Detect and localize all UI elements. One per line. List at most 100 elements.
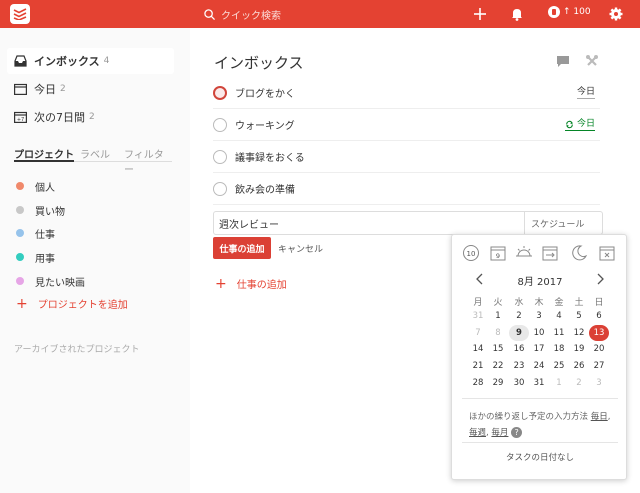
calendar-day[interactable]: 14: [468, 341, 488, 357]
calendar-day[interactable]: 21: [468, 358, 488, 374]
calendar-day[interactable]: 23: [509, 358, 529, 374]
task-checkbox[interactable]: [213, 149, 227, 164]
top-bar: クイック検索 ↑ 100: [0, 0, 640, 28]
calendar-day[interactable]: 25: [549, 358, 569, 374]
project-label: 見たい映画: [35, 277, 85, 289]
project-label: 個人: [35, 182, 55, 194]
moon-icon[interactable]: [570, 244, 588, 262]
calendar-day[interactable]: 1: [488, 308, 508, 324]
calendar-day[interactable]: 8: [488, 325, 508, 341]
no-date-icon[interactable]: [598, 244, 616, 262]
calendar-day[interactable]: 3: [529, 308, 549, 324]
calendar-day[interactable]: 31: [529, 375, 549, 391]
plus-icon: +: [16, 295, 28, 312]
sidebar-item-today[interactable]: 今日 2: [7, 76, 174, 102]
today-quick-icon[interactable]: 10: [462, 244, 480, 262]
calendar-day[interactable]: 5: [569, 308, 589, 324]
calendar-day[interactable]: 28: [468, 375, 488, 391]
calendar-day[interactable]: 18: [549, 341, 569, 357]
hint-link-daily[interactable]: 毎日: [591, 412, 608, 422]
gear-icon[interactable]: [607, 5, 625, 23]
task-row[interactable]: 飲み会の準備: [213, 173, 600, 205]
next-week-icon[interactable]: [541, 244, 559, 262]
next-month-icon[interactable]: [596, 273, 606, 285]
sidebar-item-inbox[interactable]: インボックス 4: [7, 48, 174, 74]
add-task-link[interactable]: + 仕事の追加: [215, 275, 287, 292]
calendar-day[interactable]: 3: [589, 375, 609, 391]
calendar-day[interactable]: 29: [488, 375, 508, 391]
calendar-day[interactable]: 24: [529, 358, 549, 374]
task-content-input[interactable]: [214, 213, 524, 233]
calendar-day[interactable]: 26: [569, 358, 589, 374]
calendar-day[interactable]: 13: [589, 325, 609, 341]
sidebar-item-next-7-days[interactable]: +7 次の7日間 2: [7, 104, 174, 130]
calendar-day[interactable]: 15: [488, 341, 508, 357]
hint-link-weekly[interactable]: 毎週: [469, 428, 486, 438]
project-item[interactable]: 用事: [16, 249, 55, 265]
add-project-label: プロジェクトを追加: [37, 300, 128, 311]
project-item[interactable]: 買い物: [16, 202, 65, 218]
calendar-day[interactable]: 20: [589, 341, 609, 357]
task-row[interactable]: 議事録をおくる: [213, 141, 600, 173]
comment-icon[interactable]: [556, 54, 570, 68]
calendar-day[interactable]: 12: [569, 325, 589, 341]
project-color-dot: [16, 253, 24, 261]
calendar-day[interactable]: 19: [569, 341, 589, 357]
project-item[interactable]: 見たい映画: [16, 273, 85, 289]
calendar-day[interactable]: 10: [529, 325, 549, 341]
project-label: 買い物: [35, 206, 65, 218]
add-project-button[interactable]: + プロジェクトを追加: [16, 295, 128, 312]
hint-link-monthly[interactable]: 毎月: [491, 428, 508, 438]
task-checkbox[interactable]: [213, 85, 227, 100]
calendar-day[interactable]: 22: [488, 358, 508, 374]
calendar-day[interactable]: 16: [509, 341, 529, 357]
settings-wrench-icon[interactable]: [585, 54, 599, 68]
calendar-day[interactable]: 17: [529, 341, 549, 357]
plus-icon: +: [215, 275, 227, 292]
calendar-day[interactable]: 7: [468, 325, 488, 341]
weekday-header: 木: [534, 298, 544, 308]
task-editor: スケジュール: [213, 211, 603, 235]
weekend-sun-icon[interactable]: [515, 244, 533, 262]
task-label: 飲み会の準備: [235, 185, 295, 196]
quick-search[interactable]: クイック検索: [204, 5, 281, 23]
task-due-date-recurring[interactable]: 今日: [564, 119, 595, 131]
add-task-submit-button[interactable]: 仕事の追加: [213, 237, 271, 259]
hint-text: ほかの繰り返し予定の入力方法: [469, 412, 589, 422]
calendar-day[interactable]: 30: [509, 375, 529, 391]
project-color-dot: [16, 277, 24, 285]
tomorrow-quick-icon[interactable]: 9: [489, 244, 507, 262]
karma-badge[interactable]: ↑ 100: [548, 6, 591, 18]
tab-filters[interactable]: フィルター: [124, 146, 172, 176]
calendar-day[interactable]: 9: [509, 325, 529, 341]
calendar-day[interactable]: 11: [549, 325, 569, 341]
task-due-date[interactable]: 今日: [576, 87, 595, 99]
task-row[interactable]: ウォーキング 今日: [213, 109, 600, 141]
task-checkbox[interactable]: [213, 117, 227, 132]
project-item[interactable]: 仕事: [16, 225, 55, 241]
help-icon[interactable]: ?: [511, 427, 523, 438]
archived-projects-link[interactable]: アーカイブされたプロジェクト: [14, 342, 139, 355]
tab-labels[interactable]: ラベル: [80, 146, 110, 162]
project-item[interactable]: 個人: [16, 178, 55, 194]
no-due-date-button[interactable]: タスクの日付なし: [452, 451, 628, 463]
calendar-day[interactable]: 2: [569, 375, 589, 391]
calendar-day[interactable]: 4: [549, 308, 569, 324]
calendar-day[interactable]: 6: [589, 308, 609, 324]
sidebar-tabs: プロジェクト ラベル フィルター: [14, 146, 172, 176]
project-color-dot: [16, 182, 24, 190]
calendar-day[interactable]: 31: [468, 308, 488, 324]
todoist-logo[interactable]: [10, 4, 30, 24]
bell-icon[interactable]: [508, 5, 526, 23]
schedule-button[interactable]: スケジュール: [524, 212, 602, 234]
sidebar: インボックス 4 今日 2 +7 次の7日間 2 プロジェクト ラベル フィルタ…: [0, 28, 190, 493]
calendar-day[interactable]: 1: [549, 375, 569, 391]
task-checkbox[interactable]: [213, 181, 227, 196]
task-row[interactable]: ブログをかく 今日: [213, 77, 600, 109]
calendar-day[interactable]: 27: [589, 358, 609, 374]
add-task-plus-icon[interactable]: [471, 5, 489, 23]
tab-projects[interactable]: プロジェクト: [14, 146, 74, 162]
cancel-button[interactable]: キャンセル: [278, 242, 323, 255]
calendar-day[interactable]: 2: [509, 308, 529, 324]
project-color-dot: [16, 206, 24, 214]
